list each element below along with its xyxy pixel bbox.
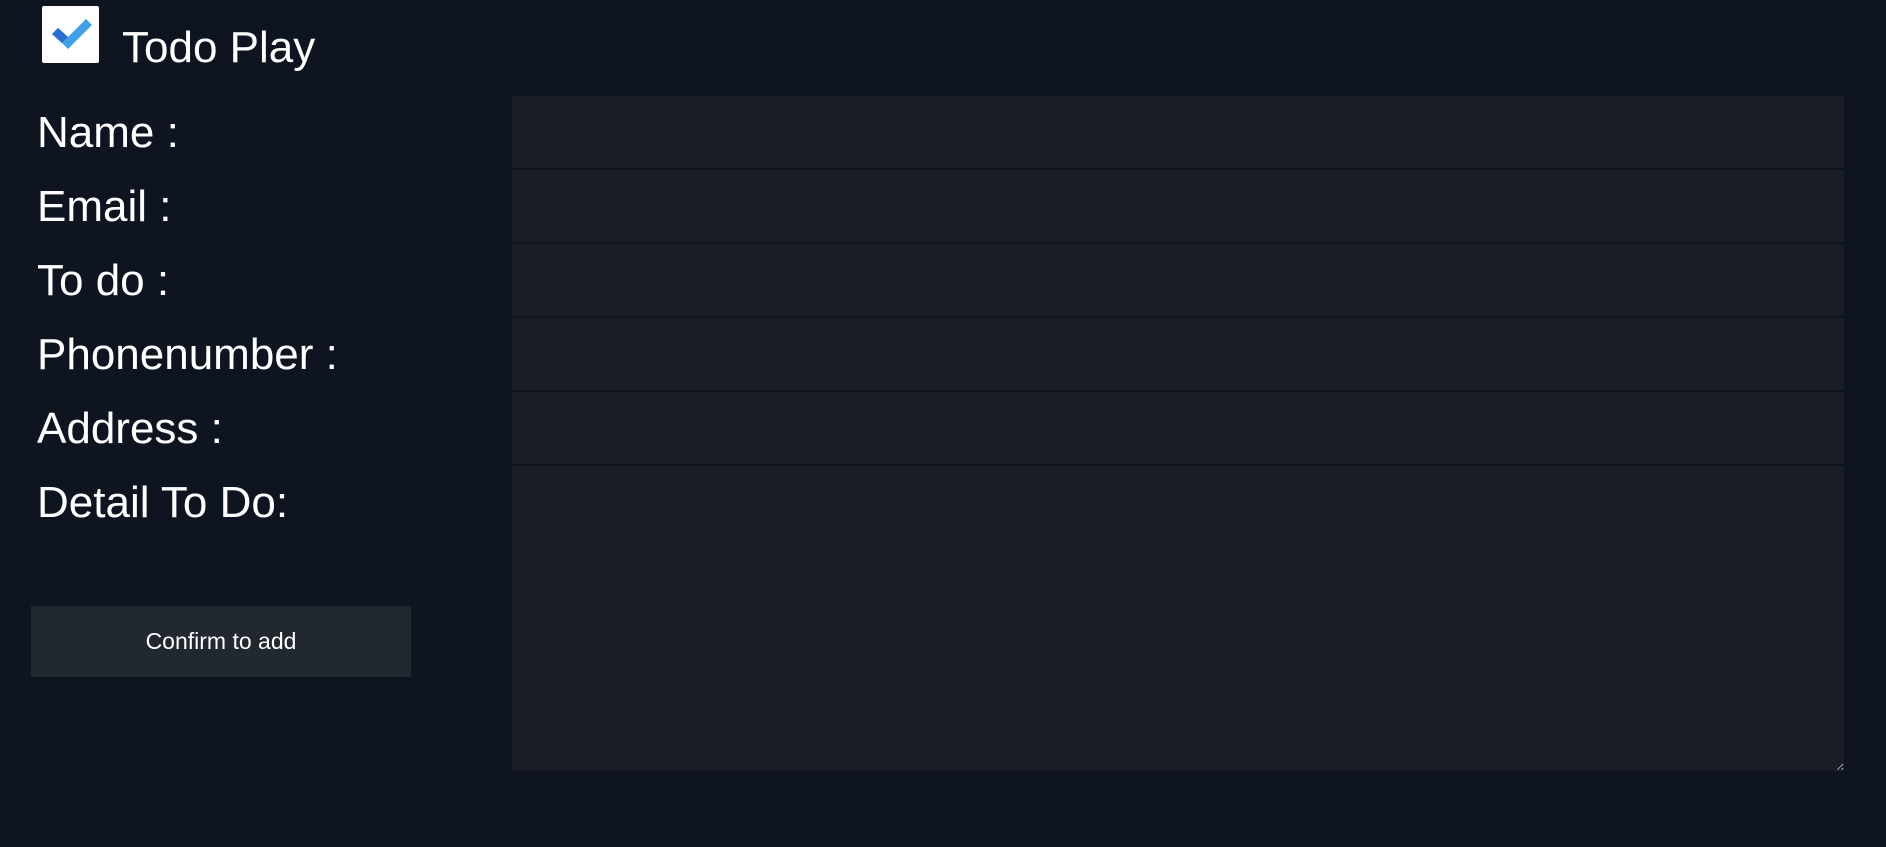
name-label: Name : bbox=[37, 108, 179, 157]
app-header: Todo Play bbox=[0, 0, 1886, 96]
address-input[interactable] bbox=[512, 392, 1844, 464]
todo-label: To do : bbox=[37, 256, 170, 305]
email-label: Email : bbox=[37, 182, 172, 231]
email-input[interactable] bbox=[512, 170, 1844, 242]
phonenumber-label: Phonenumber : bbox=[37, 330, 338, 379]
check-icon bbox=[52, 19, 92, 49]
address-label: Address : bbox=[37, 404, 223, 453]
logo bbox=[42, 6, 99, 63]
field-labels: Name : Email : To do : Phonenumber : Add… bbox=[37, 96, 497, 540]
detail-label: Detail To Do: bbox=[37, 478, 289, 527]
phonenumber-input[interactable] bbox=[512, 318, 1844, 390]
form-inputs bbox=[512, 96, 1844, 771]
todo-input[interactable] bbox=[512, 244, 1844, 316]
detail-textarea[interactable] bbox=[512, 466, 1844, 771]
confirm-add-button[interactable]: Confirm to add bbox=[31, 606, 411, 677]
app-title: Todo Play bbox=[122, 23, 316, 72]
name-input[interactable] bbox=[512, 96, 1844, 168]
